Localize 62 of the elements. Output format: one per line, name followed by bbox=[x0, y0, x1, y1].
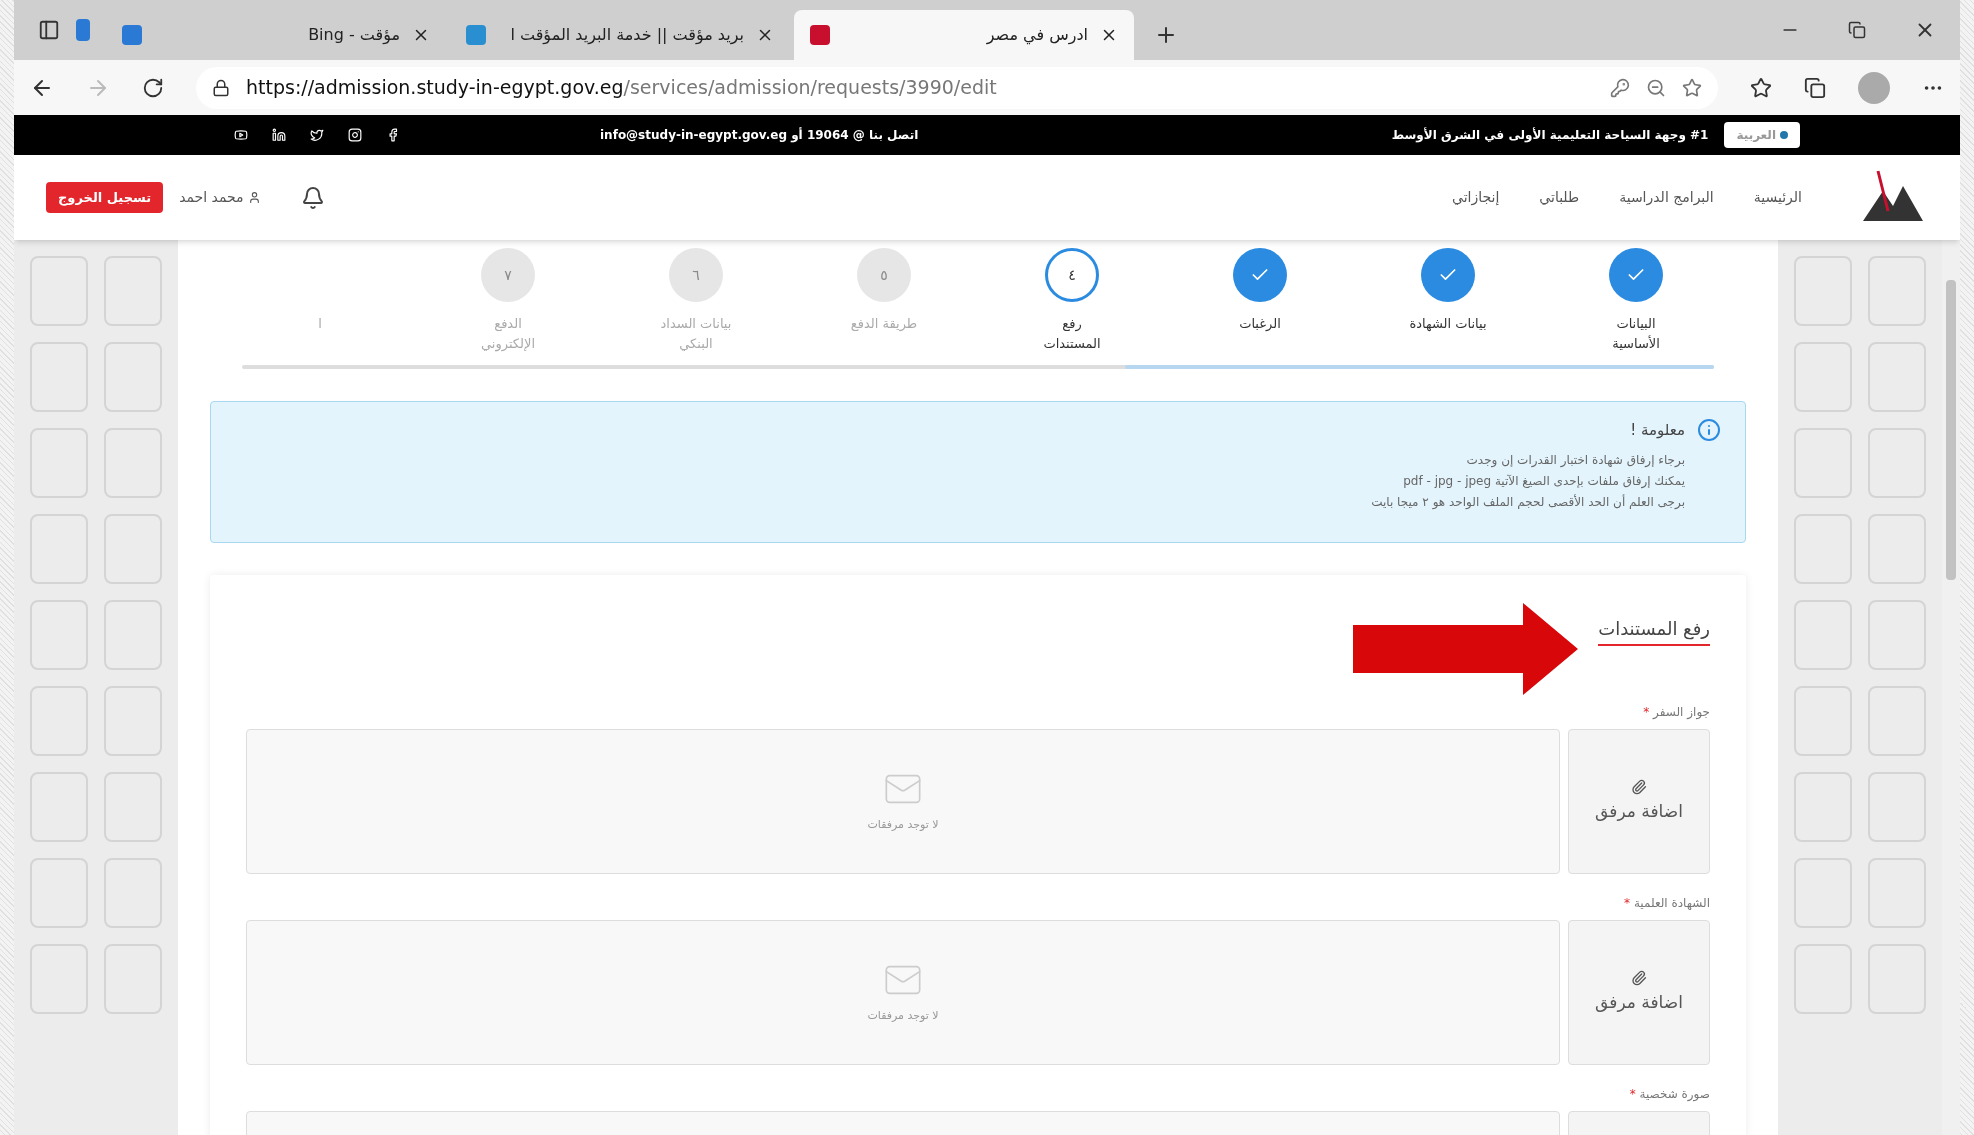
empty-text: لا توجد مرفقات bbox=[867, 1008, 939, 1025]
sidebar-toggle-icon[interactable] bbox=[38, 19, 60, 41]
step-label: بيانات السداد البنكي bbox=[659, 315, 733, 353]
nav-link[interactable]: البرامج الدراسية bbox=[1619, 187, 1714, 208]
scrollbar[interactable] bbox=[1942, 240, 1960, 1135]
twitter-icon[interactable] bbox=[310, 128, 324, 142]
paperclip-icon bbox=[1631, 969, 1647, 986]
favorites-icon[interactable] bbox=[1750, 76, 1772, 99]
empty-text: لا توجد مرفقات bbox=[867, 817, 939, 834]
facebook-icon[interactable] bbox=[386, 128, 400, 142]
paperclip-icon bbox=[1631, 778, 1647, 795]
user-name[interactable]: محمد احمد bbox=[179, 187, 261, 208]
step-label: بيانات الشهادة bbox=[1408, 315, 1488, 334]
collections-icon[interactable] bbox=[1804, 76, 1826, 99]
info-icon bbox=[1697, 418, 1721, 442]
step-label: طريقة الدفع bbox=[849, 315, 919, 334]
section-title: رفع المستندات bbox=[1598, 615, 1710, 646]
add-attachment-button[interactable]: اضافة مرفق bbox=[1568, 920, 1710, 1065]
site-favicon-icon bbox=[466, 25, 486, 45]
nav-link[interactable]: إنجازاتي bbox=[1452, 187, 1500, 208]
key-icon[interactable] bbox=[1610, 77, 1630, 98]
nav-link[interactable]: طلباتي bbox=[1539, 187, 1580, 208]
field-label: جواز السفر bbox=[1651, 705, 1710, 719]
step-label: البيانات الأساسية bbox=[1611, 315, 1661, 353]
required-asterisk: * bbox=[1643, 705, 1650, 719]
zoom-out-icon[interactable] bbox=[1646, 77, 1666, 98]
step-label: رفع المستندات bbox=[1042, 315, 1102, 353]
alert-text: برجى العلم أن الحد الأقصى لحجم الملف الواحد هو ٢ ميجا بايت bbox=[1370, 493, 1685, 511]
restore-icon[interactable] bbox=[1848, 21, 1866, 39]
alert-text: يمكنك إرفاق ملفات بإحدى الصيغ الآتية pdf - jpg - jpeg bbox=[1402, 473, 1685, 491]
contact-text: اتصل بنا @ 19064 أو info@study-in-egypt.gov.eg bbox=[600, 126, 919, 144]
favorite-star-icon[interactable] bbox=[1682, 77, 1702, 98]
url-text: https://admission.study-in-egypt.gov.eg/services/admission/requests/3990/edit bbox=[246, 75, 997, 101]
step-label: ا bbox=[317, 315, 323, 333]
lock-icon bbox=[212, 78, 230, 97]
browser-tab[interactable]: بريد مؤقت || خدمة البريد المؤقت ا bbox=[450, 10, 790, 60]
browser-tab[interactable]: ادرس في مصر bbox=[794, 10, 1134, 60]
logout-button[interactable]: تسجيل الخروج bbox=[46, 181, 164, 214]
step-label: الدفع الإلكتروني bbox=[480, 315, 536, 353]
linkedin-icon[interactable] bbox=[272, 128, 286, 142]
browser-tab[interactable]: مؤقت - Bing bbox=[106, 10, 446, 60]
add-attachment-button[interactable]: اضافة مرفق bbox=[1568, 729, 1710, 874]
field-label: صورة شخصية bbox=[1638, 1087, 1710, 1101]
step-label: الرغبات bbox=[1238, 315, 1282, 333]
required-asterisk: * bbox=[1624, 896, 1631, 910]
tab-title: ادرس في مصر bbox=[985, 24, 1088, 47]
site-favicon-icon bbox=[810, 25, 830, 45]
tab-title: مؤقت - Bing bbox=[307, 24, 400, 47]
slogan-text: #1 وجهة السياحة التعليمية الأولى في الشرق الأوسط bbox=[1391, 126, 1709, 144]
bell-icon[interactable] bbox=[300, 185, 325, 210]
reload-icon[interactable] bbox=[142, 76, 164, 99]
field-label: الشهادة العلمية bbox=[1632, 896, 1710, 910]
youtube-icon[interactable] bbox=[234, 128, 248, 142]
tab-title: بريد مؤقت || خدمة البريد المؤقت ا bbox=[509, 24, 744, 47]
required-asterisk: * bbox=[1629, 1087, 1636, 1101]
alert-title: معلومة ! bbox=[1630, 419, 1685, 441]
nav-link[interactable]: الرئيسية bbox=[1753, 187, 1802, 208]
address-bar[interactable]: https://admission.study-in-egypt.gov.eg/services/admission/requests/3990/edit bbox=[196, 66, 1718, 109]
instagram-icon[interactable] bbox=[348, 128, 362, 142]
alert-text: برجاء إرفاق شهادة اختبار القدرات إن وجدت bbox=[1465, 452, 1685, 470]
site-favicon-icon bbox=[122, 25, 142, 45]
user-icon bbox=[247, 191, 261, 204]
